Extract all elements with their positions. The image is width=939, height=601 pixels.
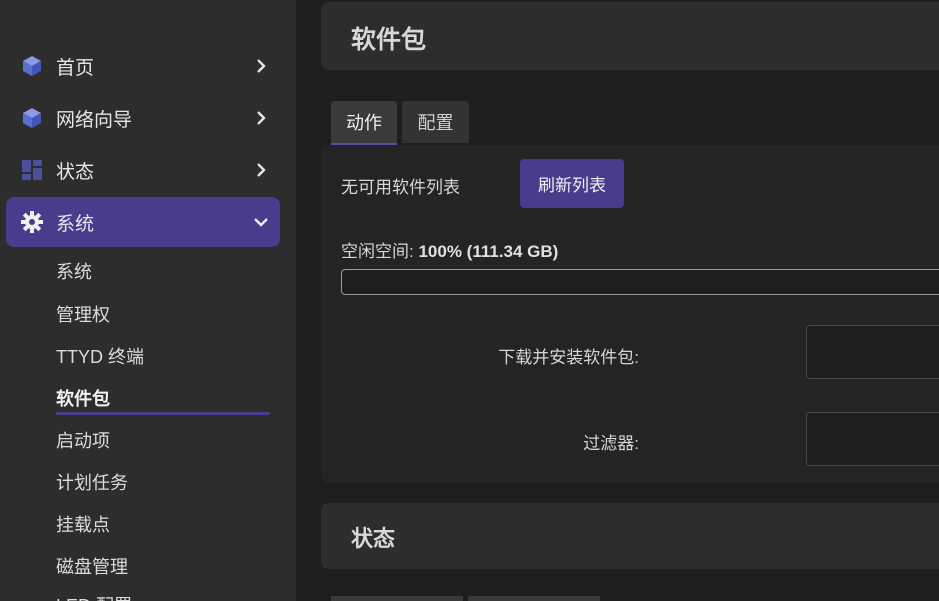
sub-item-ttyd-terminal[interactable]: TTYD 终端 [56,343,144,369]
actions-panel: 无可用软件列表 刷新列表 空闲空间: 100% (111.34 GB) 下载并安… [321,145,939,483]
page-header: 软件包 [321,2,939,70]
nav-item-label: 首页 [56,57,95,79]
status-section-title: 状态 [351,526,396,551]
filter-label: 过滤器: [583,434,639,453]
chevron-right-icon [254,111,268,125]
sidebar: 首页 网络向导 状态 系统 系统 管理权 TTYD 终端 软件包 启动项 计划任… [0,0,296,601]
nav-item-system[interactable]: 系统 [6,197,280,247]
status-tab-peek [331,596,463,601]
no-package-list-text: 无可用软件列表 [341,178,460,197]
sub-item-system[interactable]: 系统 [56,258,92,284]
chevron-down-icon [254,215,268,229]
chevron-right-icon [254,163,268,177]
filter-input[interactable] [806,412,939,466]
nav-item-network-wizard[interactable]: 网络向导 [6,93,280,143]
nav-item-label: 状态 [56,161,95,183]
dashboard-icon [21,159,43,181]
gear-icon [21,211,43,233]
download-install-input[interactable] [806,325,939,379]
nav-item-label: 网络向导 [56,109,133,131]
refresh-list-button[interactable]: 刷新列表 [520,159,624,208]
free-space: 空闲空间: 100% (111.34 GB) [341,237,558,262]
sub-item-packages[interactable]: 软件包 [56,385,110,411]
sub-item-disk-management[interactable]: 磁盘管理 [56,553,128,579]
tab-actions[interactable]: 动作 [331,101,397,145]
nav-item-home[interactable]: 首页 [6,41,280,91]
page-title: 软件包 [351,26,427,54]
nav-item-status[interactable]: 状态 [6,145,280,195]
chevron-right-icon [254,59,268,73]
tab-configuration[interactable]: 配置 [402,101,469,143]
download-install-label: 下载并安装软件包: [498,348,639,367]
sub-item-led-config[interactable]: LED 配置 [56,592,132,601]
free-space-progress-bar [341,269,939,295]
free-space-label: 空闲空间: [341,242,414,261]
free-space-value: 100% (111.34 GB) [418,242,559,261]
main-content: 软件包 动作 配置 无可用软件列表 刷新列表 空闲空间: 100% (111.3… [296,0,939,601]
sub-item-scheduled-tasks[interactable]: 计划任务 [56,469,128,495]
nav-item-label: 系统 [56,213,95,235]
status-section-header: 状态 [321,503,939,569]
cube-icon [21,55,43,77]
sub-item-admin[interactable]: 管理权 [56,301,110,327]
sub-item-startup[interactable]: 启动项 [56,427,110,453]
sub-item-mount-points[interactable]: 挂载点 [56,511,110,537]
active-sub-item-underline [56,412,270,415]
cube-icon [21,107,43,129]
status-tab-peek [468,596,600,601]
